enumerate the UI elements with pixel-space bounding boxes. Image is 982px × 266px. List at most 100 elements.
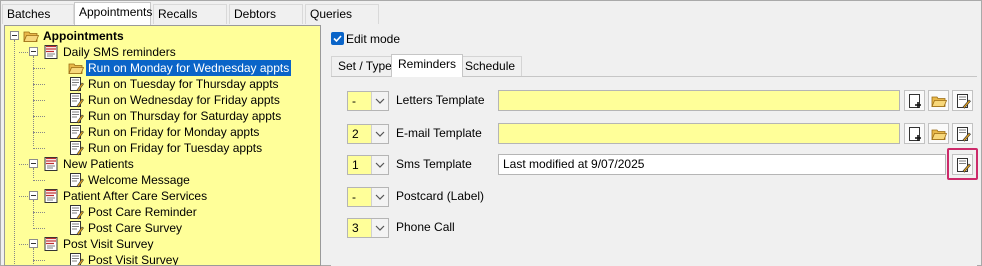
batch-doc-icon — [68, 92, 84, 108]
batch-detail-panel: Edit mode Set / Type Reminders Schedule … — [325, 25, 981, 266]
reminder-row-sms: 1 Sms Template Last modified at 9/07/202… — [331, 148, 978, 180]
tree-root-label: Appointments — [43, 29, 124, 43]
open-folder-icon — [23, 28, 40, 44]
order-select[interactable]: 1 — [347, 155, 389, 175]
reminder-row-postcard: - Postcard (Label) — [331, 186, 977, 208]
batch-doc-icon — [68, 124, 84, 140]
reminder-label: Postcard (Label) — [396, 189, 485, 203]
tab-set-type[interactable]: Set / Type — [331, 56, 399, 76]
order-value: 1 — [352, 158, 359, 172]
tree-item[interactable]: Run on Wednesday for Friday appts — [5, 92, 320, 108]
tree-group[interactable]: Patient After Care Services — [5, 188, 320, 204]
tab-recalls[interactable]: Recalls — [153, 4, 227, 24]
tab-reminders[interactable]: Reminders — [391, 54, 464, 77]
sms-template-field[interactable]: Last modified at 9/07/2025 — [498, 154, 946, 175]
tab-debtors[interactable]: Debtors — [229, 4, 303, 24]
batch-group-icon — [43, 156, 59, 172]
reminder-label: Sms Template — [396, 157, 472, 171]
reminder-label: Letters Template — [396, 93, 485, 107]
open-template-button[interactable] — [928, 123, 949, 144]
chevron-down-icon[interactable] — [371, 125, 388, 143]
collapse-icon[interactable] — [29, 191, 38, 200]
tree-group-label: Patient After Care Services — [63, 189, 208, 203]
order-value: - — [352, 94, 356, 108]
reminder-label: Phone Call — [396, 220, 455, 234]
new-template-button[interactable] — [904, 123, 925, 144]
edit-template-button[interactable] — [952, 90, 973, 111]
edit-mode-label: Edit mode — [346, 32, 401, 46]
new-doc-icon — [909, 127, 921, 141]
tree-item[interactable]: Run on Friday for Tuesday appts — [5, 140, 320, 156]
edit-sms-template-button[interactable] — [952, 154, 973, 175]
chevron-down-icon[interactable] — [371, 156, 388, 174]
batch-doc-icon — [68, 220, 84, 236]
batch-doc-icon — [68, 252, 84, 265]
tree-item-label: Run on Friday for Tuesday appts — [88, 141, 263, 155]
batch-group-icon — [43, 188, 59, 204]
app-window: Batches Appointments Recalls Debtors Que… — [0, 0, 982, 266]
detail-tab-strip: Set / Type Reminders Schedule — [331, 54, 971, 77]
email-template-field[interactable] — [498, 123, 900, 144]
order-select[interactable]: - — [347, 187, 389, 207]
edit-template-button[interactable] — [952, 123, 973, 144]
tree-group[interactable]: Post Visit Survey — [5, 236, 320, 252]
reminder-row-phone: 3 Phone Call — [331, 217, 977, 239]
open-template-button[interactable] — [928, 90, 949, 111]
top-tab-strip: Batches Appointments Recalls Debtors Que… — [2, 2, 980, 25]
letters-template-field[interactable] — [498, 90, 900, 111]
tree-item[interactable]: Run on Friday for Monday appts — [5, 124, 320, 140]
collapse-icon[interactable] — [29, 239, 38, 248]
tree-node-root[interactable]: Appointments — [5, 28, 320, 44]
tree-group[interactable]: New Patients — [5, 156, 320, 172]
batch-doc-icon — [68, 172, 84, 188]
tree-item[interactable]: Welcome Message — [5, 172, 320, 188]
batch-group-icon — [43, 44, 59, 60]
tree-item-label: Run on Tuesday for Thursday appts — [88, 77, 279, 91]
tree-group-label: Daily SMS reminders — [63, 45, 176, 59]
tree-group-label: Post Visit Survey — [63, 237, 154, 251]
collapse-icon[interactable] — [10, 31, 19, 40]
batch-tree[interactable]: Appointments Daily SMS reminders Run on … — [4, 25, 321, 266]
chevron-down-icon[interactable] — [371, 92, 388, 110]
collapse-icon[interactable] — [29, 159, 38, 168]
batch-doc-icon — [68, 108, 84, 124]
tab-queries[interactable]: Queries — [305, 4, 379, 24]
tab-schedule[interactable]: Schedule — [458, 56, 523, 76]
tree-item[interactable]: Post Care Survey — [5, 220, 320, 236]
tree-item[interactable]: Post Care Reminder — [5, 204, 320, 220]
edit-doc-icon — [957, 158, 971, 173]
reminders-panel: - Letters Template 2 E-mail Template 1 S… — [331, 76, 978, 266]
collapse-icon[interactable] — [29, 47, 38, 56]
tree-item-selected[interactable]: Run on Monday for Wednesday appts — [5, 60, 320, 76]
tab-batches[interactable]: Batches — [2, 4, 74, 24]
open-folder-icon — [931, 129, 947, 140]
new-template-button[interactable] — [904, 90, 925, 111]
tree-item[interactable]: Run on Thursday for Saturday appts — [5, 108, 320, 124]
checkbox-checked-icon[interactable] — [331, 32, 344, 45]
tree-item-label: Post Visit Survey — [88, 253, 179, 266]
tree-item[interactable]: Post Visit Survey — [5, 252, 320, 266]
chevron-down-icon[interactable] — [371, 188, 388, 206]
batch-doc-icon — [68, 204, 84, 220]
order-value: 2 — [352, 127, 359, 141]
edit-doc-icon — [957, 127, 971, 142]
order-select[interactable]: 2 — [347, 124, 389, 144]
tree-item-label: Post Care Survey — [88, 221, 183, 235]
order-select[interactable]: 3 — [347, 218, 389, 238]
order-select[interactable]: - — [347, 91, 389, 111]
tree-group-label: New Patients — [63, 157, 134, 171]
batch-doc-icon — [68, 140, 84, 156]
tree-item-label: Run on Wednesday for Friday appts — [88, 93, 280, 107]
open-folder-icon — [68, 60, 85, 76]
order-value: - — [352, 190, 356, 204]
reminder-label: E-mail Template — [396, 126, 482, 140]
tree-item-label: Run on Thursday for Saturday appts — [88, 109, 282, 123]
tree-item[interactable]: Run on Tuesday for Thursday appts — [5, 76, 320, 92]
tree-item-label: Run on Friday for Monday appts — [88, 125, 260, 139]
chevron-down-icon[interactable] — [371, 219, 388, 237]
tab-appointments[interactable]: Appointments — [74, 2, 152, 25]
new-doc-icon — [909, 94, 921, 108]
reminder-row-email: 2 E-mail Template — [331, 123, 977, 145]
tree-group[interactable]: Daily SMS reminders — [5, 44, 320, 60]
batch-group-icon — [43, 236, 59, 252]
